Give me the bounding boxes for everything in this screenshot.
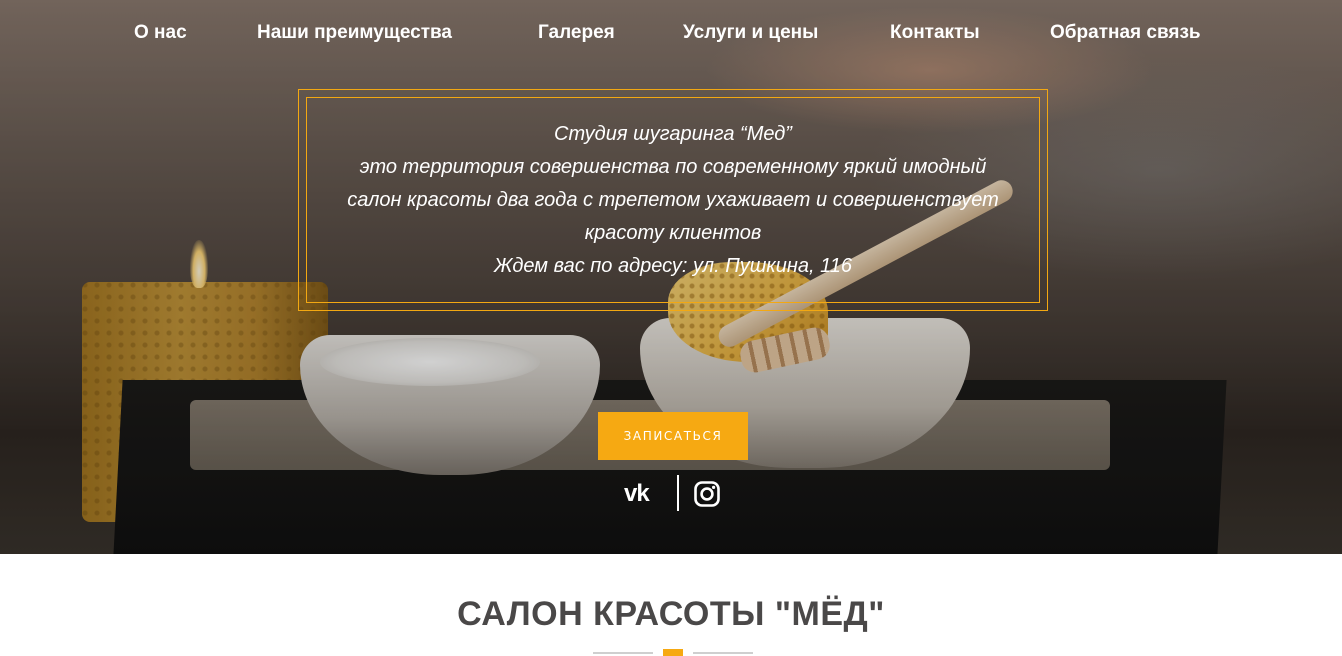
title-divider-accent	[663, 649, 683, 656]
main-nav: О нас Наши преимущества Галерея Услуги и…	[0, 18, 1342, 48]
title-divider-left	[593, 652, 653, 654]
nav-item-services-prices[interactable]: Услуги и цены	[683, 18, 818, 48]
studio-info-line: салон красоты два года с трепетом ухажив…	[347, 189, 999, 211]
nav-item-gallery[interactable]: Галерея	[538, 18, 615, 48]
studio-info-line: красоту клиентов	[584, 222, 762, 244]
instagram-icon[interactable]	[694, 481, 720, 507]
nav-item-advantages[interactable]: Наши преимущества	[257, 18, 452, 48]
studio-info-text: Студия шугаринга “Мед” это территория со…	[306, 118, 1040, 283]
instagram-glyph	[694, 481, 720, 507]
signup-button[interactable]: ЗАПИСАТЬСЯ	[598, 412, 748, 460]
studio-address-line: Ждем вас по адресу: ул. Пушкина, 116	[494, 255, 852, 277]
studio-info-line: Студия шугаринга “Мед”	[554, 123, 792, 145]
nav-item-contacts[interactable]: Контакты	[890, 18, 980, 48]
section-title: САЛОН КРАСОТЫ "МЁД"	[457, 595, 885, 633]
vk-icon[interactable]: vk	[624, 481, 664, 507]
social-divider	[677, 475, 679, 511]
nav-item-feedback[interactable]: Обратная связь	[1050, 18, 1201, 48]
title-divider-right	[693, 652, 753, 654]
nav-item-about[interactable]: О нас	[134, 18, 187, 48]
studio-info-line: это территория совершенства по современн…	[359, 156, 987, 178]
